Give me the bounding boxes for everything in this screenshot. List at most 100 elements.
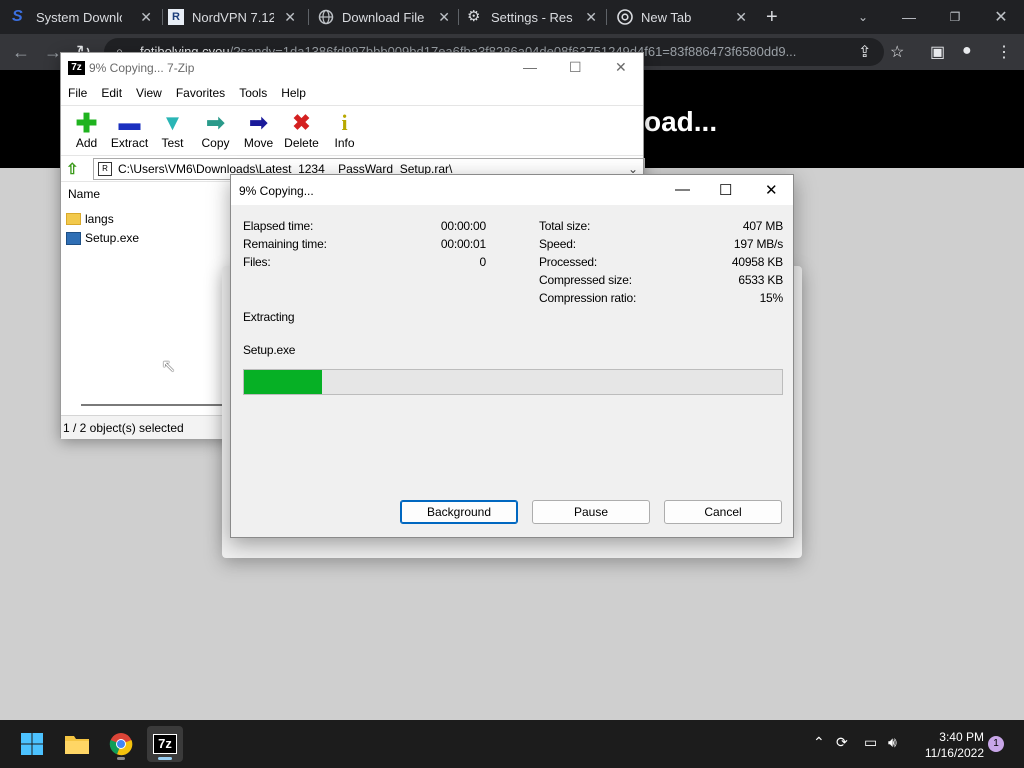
remaining-time-value: 00:00:01 — [440, 237, 486, 251]
tab-title: Settings - Reset — [491, 9, 573, 25]
taskbar-7zip[interactable]: 7z — [147, 726, 183, 762]
7zip-app-icon: 7z — [68, 61, 85, 75]
sync-icon[interactable]: ⟳ — [836, 734, 848, 751]
7zip-title-bar[interactable]: 7z 9% Copying... 7-Zip — ☐ ✕ — [61, 53, 643, 83]
column-header-name[interactable]: Name — [68, 187, 100, 201]
maximize-icon[interactable]: ☐ — [719, 181, 732, 199]
share-icon[interactable]: ⇪ — [858, 42, 871, 62]
taskbar-chrome[interactable] — [103, 726, 139, 762]
extract-icon: ▬ — [118, 110, 141, 135]
restore-icon[interactable]: ❐ — [932, 0, 978, 34]
7zip-menu-bar: File Edit View Favorites Tools Help — [61, 83, 643, 105]
browser-tab-1[interactable]: S System Downlo ✕ — [12, 0, 162, 34]
move-icon: ➡ — [249, 110, 268, 135]
close-icon[interactable]: ✕ — [585, 9, 597, 26]
compression-ratio-label: Compression ratio: — [539, 291, 637, 305]
new-tab-button[interactable]: + — [766, 6, 778, 29]
menu-edit[interactable]: Edit — [94, 83, 129, 105]
chrome-icon — [617, 9, 633, 25]
minimize-icon[interactable]: — — [675, 181, 690, 198]
close-icon[interactable]: ✕ — [284, 9, 296, 26]
remaining-time-label: Remaining time: — [243, 237, 327, 251]
start-button[interactable] — [14, 726, 50, 762]
browser-tab-5[interactable]: New Tab ✕ — [617, 0, 757, 34]
menu-file[interactable]: File — [61, 83, 94, 105]
copy-icon: ➡ — [206, 110, 225, 135]
s-logo-icon: S — [12, 8, 23, 25]
progress-bar-fill — [244, 370, 322, 394]
taskbar-file-explorer[interactable] — [59, 726, 95, 762]
delete-icon: ✖ — [292, 110, 311, 135]
close-icon[interactable]: ✕ — [615, 59, 627, 76]
back-icon[interactable]: ← — [12, 42, 30, 62]
clock-time: 3:40 PM — [939, 730, 984, 744]
minimize-icon[interactable]: — — [886, 0, 932, 34]
windows-logo-icon — [21, 733, 43, 755]
bookmark-star-icon[interactable]: ☆ — [890, 42, 904, 62]
close-icon[interactable]: ✕ — [765, 181, 778, 199]
copy-label: Copy — [201, 136, 230, 150]
dialog-title-bar[interactable]: 9% Copying... — ☐ ✕ — [231, 175, 793, 205]
system-clock[interactable]: 3:40 PM 11/16/2022 — [914, 729, 984, 761]
network-icon[interactable]: ▭ — [864, 734, 877, 751]
tab-title: New Tab — [641, 9, 692, 25]
elapsed-time-label: Elapsed time: — [243, 219, 314, 233]
clock-date: 11/16/2022 — [924, 746, 984, 760]
operation-label: Extracting — [243, 310, 295, 324]
more-menu-icon[interactable]: ⋮ — [996, 42, 1012, 62]
menu-tools[interactable]: Tools — [232, 83, 274, 105]
speed-value: 197 MB/s — [733, 237, 783, 251]
tab-divider — [458, 9, 459, 25]
globe-icon — [318, 9, 334, 25]
current-file-label: Setup.exe — [243, 343, 296, 357]
add-label: Add — [75, 136, 98, 150]
minimize-icon[interactable]: — — [523, 59, 537, 75]
delete-button[interactable]: ✖ Delete — [280, 106, 323, 156]
add-button[interactable]: ✚ Add — [65, 106, 108, 156]
move-button[interactable]: ➡ Move — [237, 106, 280, 156]
menu-favorites[interactable]: Favorites — [169, 83, 232, 105]
test-button[interactable]: ▼ Test — [151, 106, 194, 156]
7zip-toolbar: ✚ Add ▬ Extract ▼ Test ➡ Copy ➡ Move ✖ Delete … — [61, 105, 643, 155]
folder-up-icon[interactable]: ⇧ — [66, 160, 79, 178]
r-logo-icon: R — [168, 9, 184, 25]
delete-label: Delete — [284, 136, 319, 150]
tab-search-icon[interactable]: ⌄ — [840, 0, 886, 34]
chevron-up-icon[interactable]: ⌃ — [813, 734, 825, 751]
7zip-app-icon: 7z — [153, 734, 177, 754]
info-icon: i — [341, 110, 348, 135]
maximize-icon[interactable]: ☐ — [569, 59, 582, 76]
browser-tab-2[interactable]: R NordVPN 7.12.2 ✕ — [168, 0, 306, 34]
menu-help[interactable]: Help — [274, 83, 313, 105]
close-icon[interactable]: ✕ — [140, 9, 152, 26]
list-item[interactable]: Setup.exe — [66, 229, 139, 247]
profile-icon[interactable]: ● — [962, 42, 972, 60]
file-name: Setup.exe — [85, 231, 140, 245]
progress-bar — [243, 369, 783, 395]
side-panel-icon[interactable]: ▣ — [930, 42, 945, 62]
cancel-button[interactable]: Cancel — [664, 500, 782, 524]
extract-button[interactable]: ▬ Extract — [108, 106, 151, 156]
speed-label: Speed: — [539, 237, 576, 251]
pause-button[interactable]: Pause — [532, 500, 650, 524]
files-value: 0 — [479, 255, 487, 269]
menu-view[interactable]: View — [129, 83, 169, 105]
volume-icon[interactable]: 🔊︎ — [888, 734, 897, 751]
tab-divider — [308, 9, 309, 25]
taskbar: 7z ⌃ ⟳ ▭ 🔊︎ 3:40 PM 11/16/2022 — [0, 720, 1024, 768]
notification-badge[interactable]: 1 — [988, 736, 1004, 752]
list-item[interactable]: langs — [66, 210, 114, 228]
info-button[interactable]: i Info — [323, 106, 366, 156]
files-label: Files: — [243, 255, 271, 269]
close-icon[interactable]: ✕ — [735, 9, 747, 26]
processed-value: 40958 KB — [731, 255, 783, 269]
close-window-icon[interactable]: ✕ — [978, 0, 1024, 34]
close-icon[interactable]: ✕ — [438, 9, 450, 26]
background-button[interactable]: Background — [400, 500, 518, 524]
browser-tab-4[interactable]: ⚙ Settings - Reset ✕ — [467, 0, 607, 34]
horizontal-scrollbar[interactable] — [81, 404, 231, 406]
active-indicator — [158, 757, 172, 760]
copy-button[interactable]: ➡ Copy — [194, 106, 237, 156]
dialog-title: 9% Copying... — [239, 184, 314, 198]
browser-tab-3[interactable]: Download File ✕ — [318, 0, 460, 34]
